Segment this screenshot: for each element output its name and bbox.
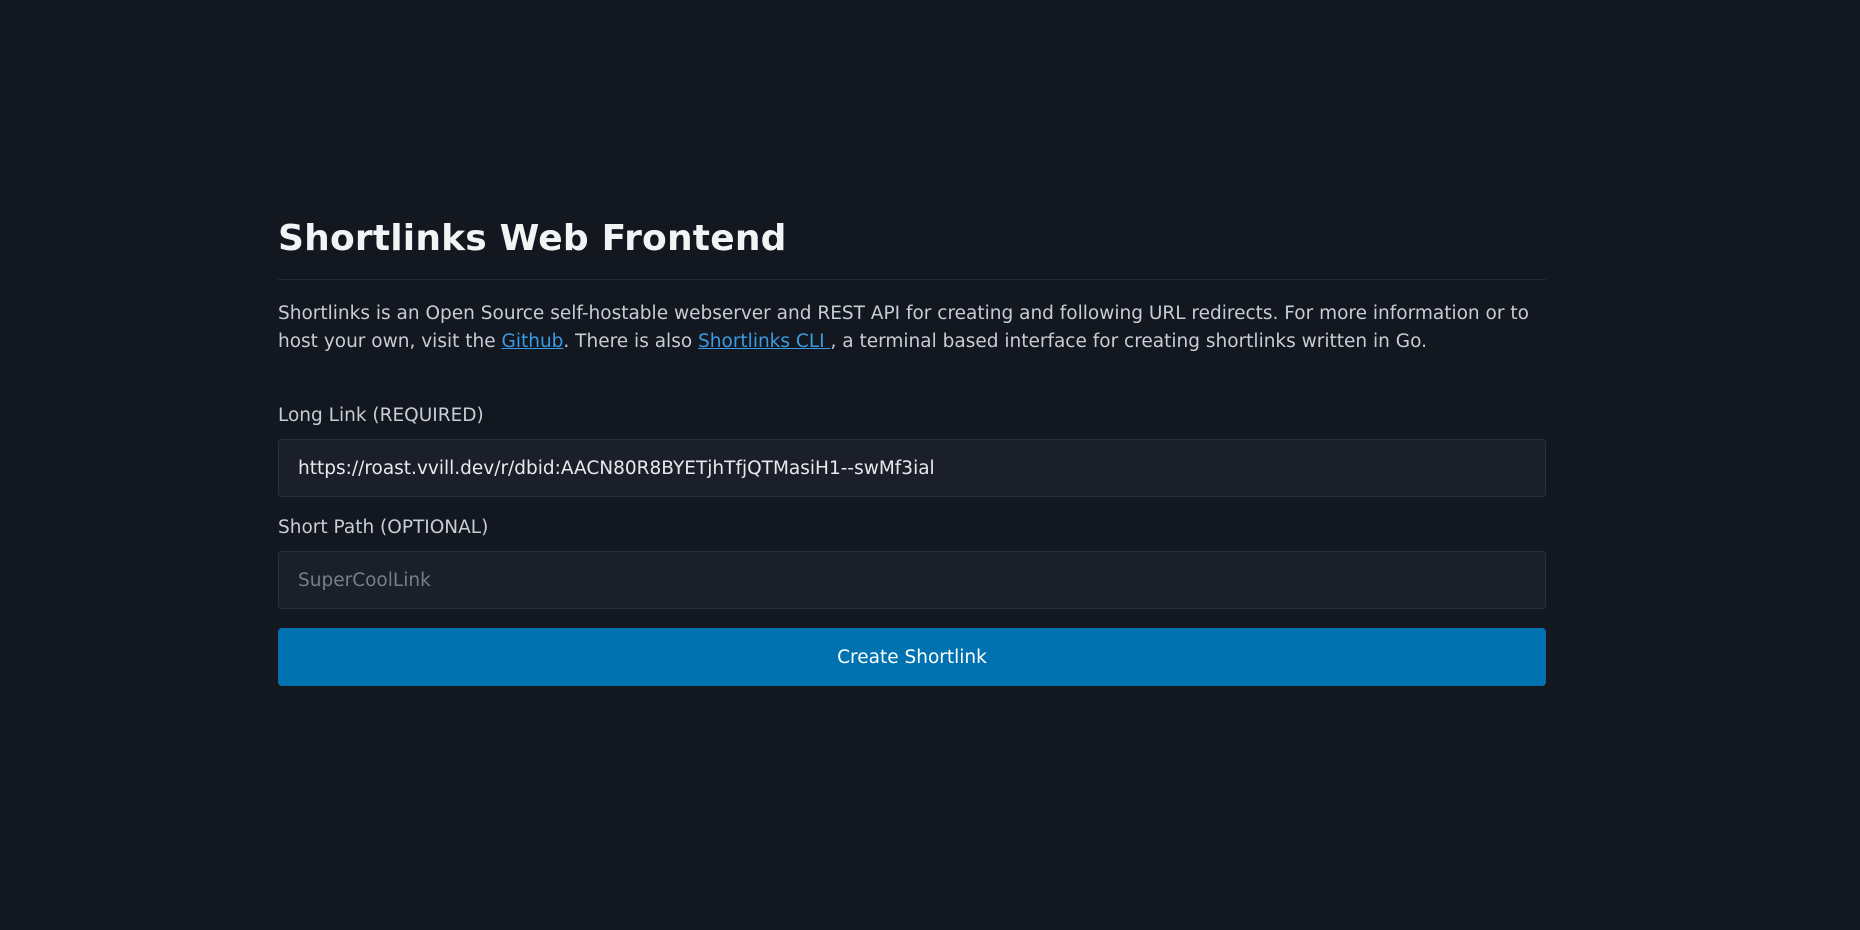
create-shortlink-button[interactable]: Create Shortlink [278,628,1546,686]
intro-text-3: , a terminal based interface for creatin… [830,331,1427,352]
intro-paragraph: Shortlinks is an Open Source self-hostab… [278,300,1546,356]
page-title: Shortlinks Web Frontend [278,218,787,259]
intro-text-2: . There is also [563,331,699,352]
shortlinks-cli-link[interactable]: Shortlinks CLI [698,331,830,352]
shortlink-form: Long Link (REQUIRED) Short Path (OPTIONA… [278,404,1546,686]
long-link-input[interactable] [278,439,1546,497]
title-divider [278,279,1546,280]
short-path-input[interactable] [278,551,1546,609]
short-path-group: Short Path (OPTIONAL) [278,516,1546,609]
long-link-label: Long Link (REQUIRED) [278,405,484,426]
main-content: Shortlinks Web Frontend Shortlinks is an… [278,212,1546,686]
github-link[interactable]: Github [501,331,563,352]
long-link-group: Long Link (REQUIRED) [278,404,1546,497]
short-path-label: Short Path (OPTIONAL) [278,517,489,538]
